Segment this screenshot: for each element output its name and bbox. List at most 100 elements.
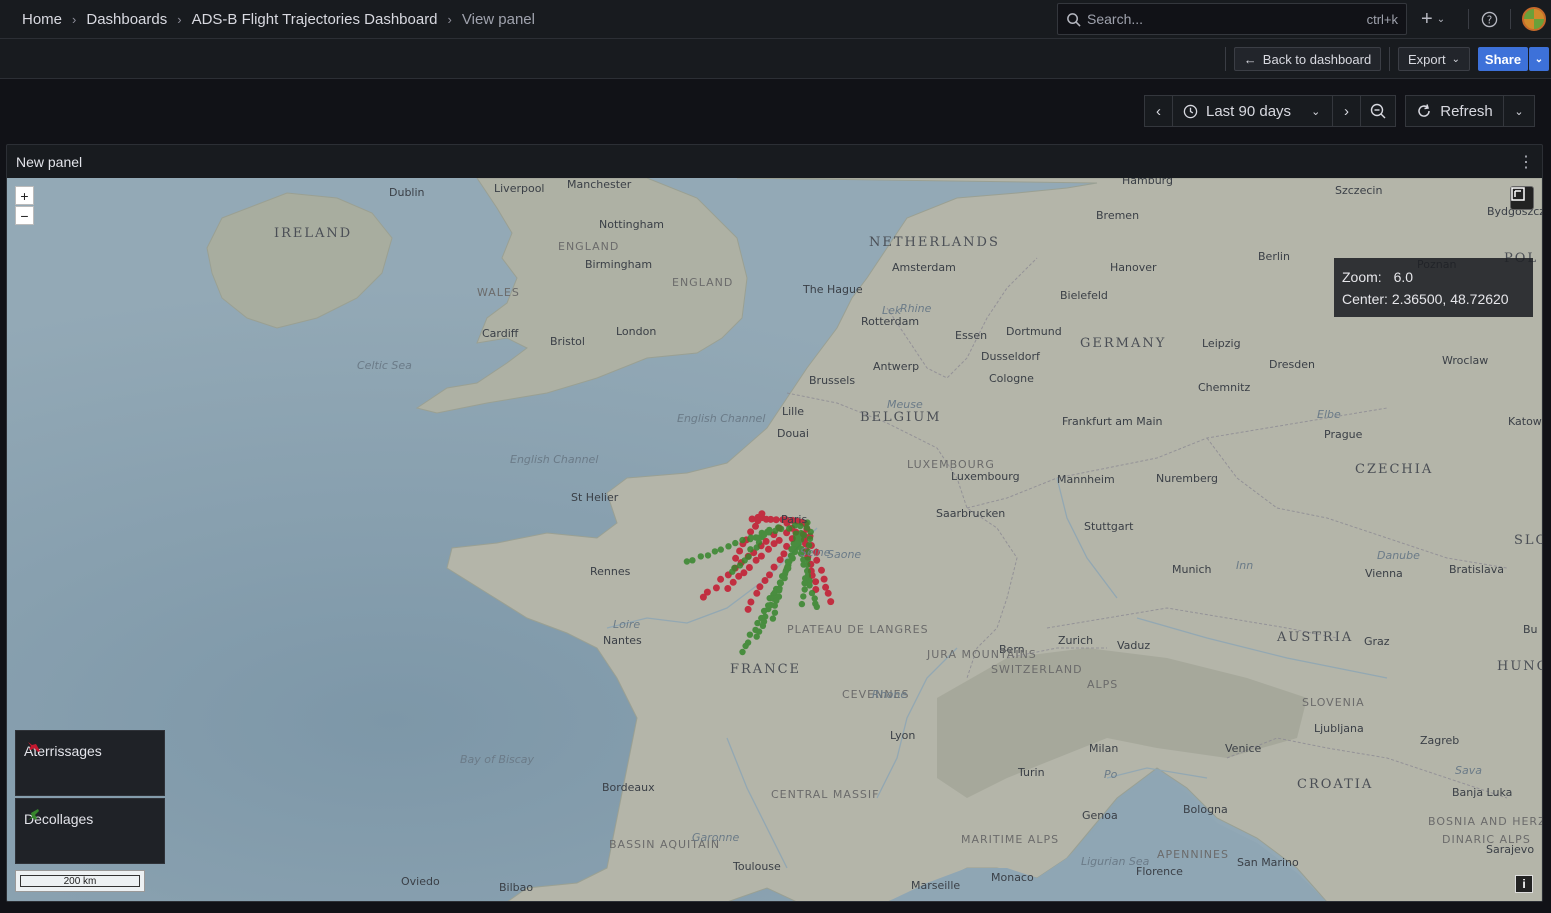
landing-track-point bbox=[758, 510, 766, 518]
landing-track-point bbox=[753, 589, 761, 597]
map-view-info: Zoom: 6.0 Center: 2.36500, 48.72620 bbox=[1334, 258, 1533, 317]
map-label: JURA MOUNTAINS bbox=[927, 648, 1037, 661]
takeoff-track-point bbox=[759, 622, 767, 629]
layer-switch-button[interactable] bbox=[1510, 186, 1534, 210]
map-label: Saarbrucken bbox=[936, 507, 1006, 520]
arrow-left-icon: ← bbox=[1243, 51, 1257, 67]
landing-track-point bbox=[780, 550, 788, 558]
back-to-dashboard-label: Back to dashboard bbox=[1262, 51, 1372, 67]
landing-track-point bbox=[747, 528, 755, 536]
share-options-button[interactable]: ⌄ bbox=[1529, 47, 1549, 71]
landing-track-point bbox=[818, 566, 825, 574]
map-label: Vaduz bbox=[1117, 639, 1151, 652]
map-label: Milan bbox=[1089, 742, 1119, 755]
scale-label: 200 km bbox=[20, 875, 140, 887]
landing-track-point bbox=[766, 571, 773, 579]
map-label: CENTRAL MASSIF bbox=[771, 788, 880, 801]
map-label: Dortmund bbox=[1006, 325, 1062, 338]
landing-track-point bbox=[770, 540, 778, 548]
share-label: Share bbox=[1484, 51, 1522, 67]
map-label: Elbe bbox=[1317, 408, 1341, 421]
map-label: Celtic Sea bbox=[357, 359, 412, 372]
map-label: Rhone bbox=[872, 688, 908, 701]
landing-track-point bbox=[820, 575, 828, 583]
geomap-panel: New panel ⋮ Dublin Liverpool Manchester … bbox=[6, 144, 1543, 902]
map-canvas[interactable]: Dublin Liverpool Manchester Hamburg Szczecin… bbox=[7, 178, 1542, 901]
map-label: Bielefeld bbox=[1060, 289, 1108, 302]
landing-track-point bbox=[724, 585, 732, 592]
zoom-out-time-button[interactable] bbox=[1360, 95, 1396, 127]
map-label: IRELAND bbox=[274, 226, 353, 241]
back-to-dashboard-button[interactable]: ← Back to dashboard bbox=[1234, 47, 1381, 71]
chevron-right-icon: › bbox=[72, 12, 77, 27]
time-range-picker[interactable]: Last 90 days ⌄ bbox=[1172, 95, 1333, 127]
map-label: Leipzig bbox=[1202, 337, 1241, 350]
refresh-interval-button[interactable]: ⌄ bbox=[1503, 95, 1535, 127]
refresh-button[interactable]: Refresh bbox=[1405, 95, 1504, 127]
breadcrumb-dashboards[interactable]: Dashboards bbox=[86, 11, 167, 28]
share-button[interactable]: Share bbox=[1478, 47, 1528, 71]
map-label: Danube bbox=[1377, 549, 1420, 562]
takeoff-track-point bbox=[804, 568, 811, 575]
map-label: Seine bbox=[800, 546, 831, 559]
landing-track-point bbox=[712, 584, 720, 592]
map-label: Nottingham bbox=[599, 218, 665, 231]
landing-track-point bbox=[752, 556, 760, 564]
export-button[interactable]: Export ⌄ bbox=[1398, 47, 1470, 71]
map-label: Turin bbox=[1018, 766, 1045, 779]
takeoff-track-point bbox=[704, 552, 712, 559]
takeoff-track-point bbox=[717, 546, 724, 553]
chevron-right-icon: › bbox=[177, 12, 182, 27]
legend-aterrissages: Aterrissages bbox=[15, 730, 165, 796]
takeoff-track-point bbox=[806, 535, 814, 543]
plane-landing-icon bbox=[28, 742, 40, 752]
landing-track-point bbox=[776, 556, 784, 564]
search-icon bbox=[1067, 12, 1081, 27]
map-label: Sava bbox=[1455, 764, 1482, 777]
map-label: Meuse bbox=[887, 398, 923, 411]
map-label: Dresden bbox=[1269, 358, 1315, 371]
panel-menu-icon[interactable]: ⋮ bbox=[1518, 152, 1534, 172]
landing-track-point bbox=[824, 589, 832, 597]
breadcrumb-current: View panel bbox=[461, 11, 535, 28]
map-label: Bilbao bbox=[499, 881, 534, 894]
export-label: Export bbox=[1408, 51, 1446, 67]
takeoff-track-point bbox=[729, 568, 736, 575]
takeoff-track-point bbox=[755, 534, 762, 541]
takeoff-track-point bbox=[771, 602, 778, 609]
map-label: Frankfurt am Main bbox=[1062, 415, 1163, 428]
landing-track-point bbox=[744, 605, 752, 613]
takeoff-track-point bbox=[742, 642, 749, 650]
takeoff-track-point bbox=[777, 579, 784, 587]
takeoff-track-point bbox=[753, 544, 760, 551]
time-shift-forward-button[interactable]: › bbox=[1332, 95, 1361, 127]
map-label: Cardiff bbox=[482, 327, 519, 340]
takeoff-track-point bbox=[772, 527, 779, 534]
map-zoom-in-button[interactable]: + bbox=[15, 186, 34, 205]
takeoff-track-point bbox=[786, 525, 793, 532]
map-label: Lille bbox=[782, 405, 805, 418]
time-shift-back-button[interactable]: ‹ bbox=[1144, 95, 1173, 127]
map-label: HUNG bbox=[1497, 659, 1542, 674]
breadcrumb-home[interactable]: Home bbox=[22, 11, 62, 28]
clock-icon bbox=[1183, 104, 1198, 118]
breadcrumb-dashboard[interactable]: ADS-B Flight Trajectories Dashboard bbox=[192, 11, 438, 28]
map-zoom-out-button[interactable]: − bbox=[15, 206, 34, 225]
map-label: Marseille bbox=[911, 879, 961, 892]
takeoff-track-point bbox=[753, 633, 760, 640]
chevron-down-icon: ⌄ bbox=[1514, 105, 1524, 118]
map-label: Loire bbox=[613, 618, 641, 631]
add-menu-button[interactable]: + ⌄ bbox=[1421, 0, 1445, 39]
map-label: SLO bbox=[1514, 533, 1542, 548]
chevron-right-icon: › bbox=[447, 12, 452, 27]
attribution-info-button[interactable]: i bbox=[1515, 875, 1533, 893]
map-label: Lek bbox=[882, 304, 902, 317]
chevron-down-icon: ⌄ bbox=[1311, 105, 1321, 118]
chevron-down-icon: ⌄ bbox=[1451, 53, 1460, 65]
map-label: Zagreb bbox=[1420, 734, 1460, 747]
map-label: MARITIME ALPS bbox=[961, 833, 1060, 846]
search-input[interactable]: Search... ctrl+k bbox=[1057, 3, 1407, 35]
map-label: Saone bbox=[827, 548, 862, 561]
help-button[interactable]: ? bbox=[1481, 0, 1498, 39]
avatar[interactable] bbox=[1522, 7, 1546, 31]
